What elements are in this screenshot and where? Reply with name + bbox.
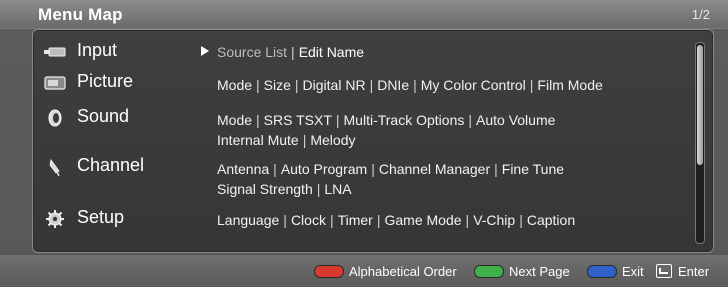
sound-icon — [43, 109, 67, 127]
menu-panel: Input Source List | Edit Name Picture Mode… — [32, 29, 714, 253]
alphabetical-order-label: Alphabetical Order — [349, 263, 457, 279]
menu-item[interactable]: Timer — [338, 212, 373, 228]
separator: | — [465, 212, 470, 228]
menu-label-sound: Sound — [77, 106, 130, 126]
exit-button[interactable]: Exit — [587, 262, 644, 280]
green-button-icon — [474, 264, 504, 278]
menu-row-input[interactable]: Input Source List | Edit Name — [33, 40, 673, 62]
menu-item[interactable]: Auto Volume — [476, 112, 555, 128]
enter-icon — [656, 264, 672, 278]
scrollbar-thumb[interactable] — [697, 45, 703, 165]
red-button-icon — [314, 264, 344, 278]
blue-button-icon — [587, 264, 617, 278]
separator: | — [371, 161, 375, 177]
footer-bar: Alphabetical Order Next Page Exit Enter — [0, 255, 728, 287]
menu-item[interactable]: Clock — [291, 212, 326, 228]
menu-item[interactable]: Antenna — [217, 161, 269, 177]
menu-item[interactable]: Fine Tune — [502, 161, 564, 177]
separator: | — [316, 181, 321, 197]
separator: | — [283, 212, 287, 228]
menu-item[interactable]: Mode — [217, 77, 252, 93]
menu-item[interactable]: Melody — [310, 132, 355, 148]
menu-item[interactable]: Source List — [217, 44, 287, 60]
enter-label: Enter — [678, 263, 710, 279]
menu-item[interactable]: DNIe — [377, 77, 409, 93]
separator: | — [519, 212, 523, 228]
menu-item[interactable]: Channel Manager — [379, 161, 490, 177]
page-indicator: 1/2 — [691, 7, 710, 22]
scrollbar[interactable] — [695, 42, 705, 244]
menu-item[interactable]: Caption — [527, 212, 575, 228]
setup-icon — [43, 210, 67, 228]
separator: | — [291, 44, 295, 60]
next-page-button[interactable]: Next Page — [474, 262, 570, 280]
menu-item[interactable]: SRS TSXT — [264, 112, 332, 128]
separator: | — [302, 132, 307, 148]
menu-item[interactable]: Mode — [217, 112, 252, 128]
menu-items-setup: Language | Clock | Timer | Game Mode | V-Chip | Ca… — [217, 210, 657, 230]
menu-items-sound: Mode | SRS TSXT | Multi-Track Options | Auto V… — [217, 110, 657, 150]
menu-item[interactable]: Multi-Track Options — [344, 112, 465, 128]
exit-label: Exit — [622, 263, 644, 279]
menu-items-input: Source List | Edit Name — [217, 42, 657, 62]
channel-icon — [43, 158, 67, 177]
menu-row-setup[interactable]: Setup Language | Clock | Timer | Game Mode | V-C… — [33, 207, 673, 229]
separator: | — [335, 112, 340, 128]
menu-label-picture: Picture — [77, 71, 134, 91]
menu-item[interactable]: Game Mode — [385, 212, 462, 228]
page-title: Menu Map — [38, 5, 123, 24]
separator: | — [369, 77, 374, 93]
menu-label-input: Input — [77, 40, 118, 60]
menu-item[interactable]: Digital NR — [303, 77, 366, 93]
separator: | — [413, 77, 417, 93]
alphabetical-order-button[interactable]: Alphabetical Order — [314, 262, 457, 280]
menu-item[interactable]: Signal Strength — [217, 181, 313, 197]
separator: | — [529, 77, 534, 93]
separator: | — [256, 77, 260, 93]
menu-row-picture[interactable]: Picture Mode | Size | Digital NR | DNIe | My Col… — [33, 71, 673, 93]
separator: | — [329, 212, 334, 228]
header-bar: Menu Map 1/2 — [0, 0, 728, 29]
menu-label-channel: Channel — [77, 155, 145, 175]
menu-row-channel[interactable]: Channel Antenna | Auto Program | Channel Man… — [33, 155, 673, 199]
menu-item[interactable]: Size — [264, 77, 291, 93]
next-page-label: Next Page — [509, 263, 570, 279]
picture-icon — [43, 74, 67, 92]
separator: | — [468, 112, 472, 128]
input-icon — [43, 43, 67, 61]
separator: | — [376, 212, 381, 228]
separator: | — [494, 161, 498, 177]
menu-items-picture: Mode | Size | Digital NR | DNIe | My Color Contr… — [217, 75, 657, 95]
menu-items-channel: Antenna | Auto Program | Channel Manager | Fin… — [217, 159, 657, 199]
menu-item[interactable]: Edit Name — [299, 44, 364, 60]
menu-item[interactable]: V-Chip — [473, 212, 515, 228]
menu-label-setup: Setup — [77, 207, 125, 227]
enter-button[interactable]: Enter — [656, 262, 709, 280]
menu-item[interactable]: My Color Control — [421, 77, 526, 93]
menu-item[interactable]: LNA — [324, 181, 351, 197]
menu-item[interactable]: Internal Mute — [217, 132, 299, 148]
menu-item[interactable]: Film Mode — [537, 77, 602, 93]
selected-arrow-icon — [201, 46, 209, 56]
separator: | — [256, 112, 260, 128]
separator: | — [294, 77, 299, 93]
menu-map-screen: Menu Map 1/2 Input Source List | Edit Name — [0, 0, 728, 287]
menu-item[interactable]: Language — [217, 212, 279, 228]
menu-item[interactable]: Auto Program — [281, 161, 367, 177]
menu-row-sound[interactable]: Sound Mode | SRS TSXT | Multi-Track Options |… — [33, 106, 673, 150]
separator: | — [273, 161, 277, 177]
